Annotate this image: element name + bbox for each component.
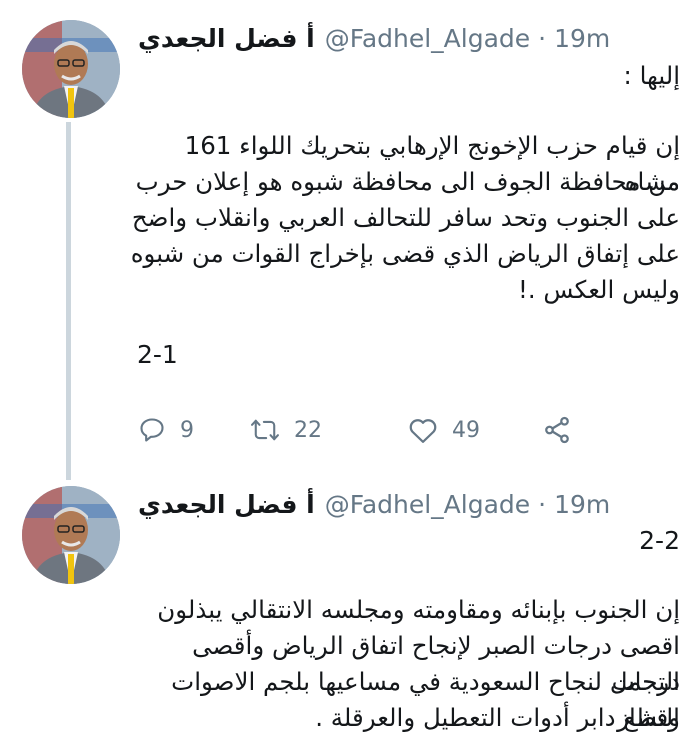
author-handle[interactable]: @Fadhel_Algade	[325, 490, 530, 519]
reply-button[interactable]: 9	[138, 416, 250, 444]
share-button[interactable]	[542, 415, 572, 445]
thread-connector-line	[66, 122, 71, 480]
reply-icon	[138, 416, 166, 444]
avatar-photo	[22, 486, 120, 584]
retweet-icon	[250, 416, 280, 444]
tweet-text-line: إليها :	[623, 61, 680, 90]
retweet-count: 22	[294, 417, 322, 443]
tweet-actions: 9 22 49	[138, 412, 600, 448]
tweet-text-line: إن الجنوب بإبنائه ومقاومته ومجلسه الانتق…	[157, 595, 680, 624]
tweet-text-line: وقطع دابر أدوات التعطيل والعرقلة .	[315, 703, 680, 732]
separator-dot: ·	[538, 489, 547, 519]
timestamp[interactable]: 19m	[554, 24, 610, 53]
tweet-text-line: على الجنوب وتحد سافر للتحالف العربي وانق…	[131, 203, 680, 232]
retweet-button[interactable]: 22	[250, 416, 408, 444]
author-name[interactable]: أ فضل الجعدي	[138, 24, 315, 53]
tweet-text-line: وليس العكس .!	[518, 275, 680, 304]
heart-icon	[408, 416, 438, 444]
author-name[interactable]: أ فضل الجعدي	[138, 490, 315, 519]
like-count: 49	[452, 417, 480, 443]
tweet-text-line: على إتفاق الرياض الذي قضى بإخراج القوات …	[130, 239, 680, 268]
share-icon	[542, 415, 572, 445]
tweet-header: أ فضل الجعدي @Fadhel_Algade · 19m	[138, 486, 690, 522]
timestamp[interactable]: 19m	[554, 490, 610, 519]
thread-label: 2-1	[137, 340, 178, 369]
tweet-text-line: من محافظة الجوف الى محافظة شبوه هو إعلان…	[135, 167, 680, 196]
reply-count: 9	[180, 417, 194, 443]
avatar-photo	[22, 20, 120, 118]
separator-dot: ·	[538, 23, 547, 53]
like-button[interactable]: 49	[408, 416, 542, 444]
tweet-header: أ فضل الجعدي @Fadhel_Algade · 19m	[138, 20, 690, 56]
author-handle[interactable]: @Fadhel_Algade	[325, 24, 530, 53]
thread-label: 2-2	[639, 526, 680, 555]
avatar[interactable]	[22, 20, 120, 118]
avatar[interactable]	[22, 486, 120, 584]
